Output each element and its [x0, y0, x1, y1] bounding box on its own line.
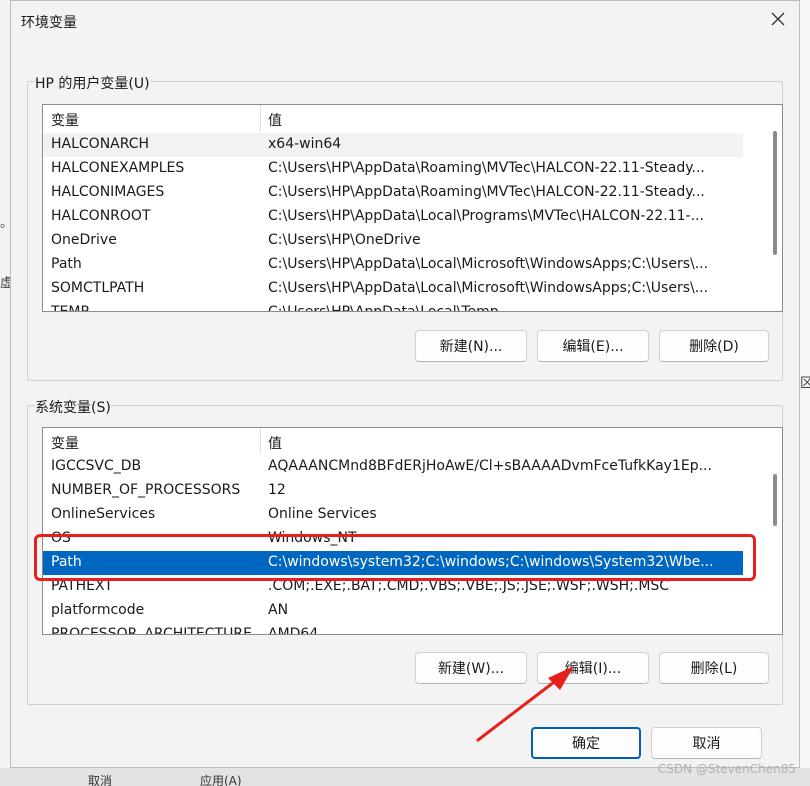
- column-header-value[interactable]: 值: [268, 433, 282, 453]
- variable-name: IGCCSVC_DB: [51, 458, 142, 474]
- user-variables-group-title: HP 的用户变量(U): [35, 73, 150, 93]
- user-new-button[interactable]: 新建(N)...: [415, 330, 527, 362]
- variable-value: x64-win64: [268, 136, 342, 152]
- list-header: 变量 值: [43, 428, 782, 454]
- close-icon: [771, 12, 785, 30]
- environment-variables-dialog: 环境变量 HP 的用户变量(U) 变量 值 HALCONARCH x64-win…: [10, 0, 800, 768]
- table-row[interactable]: OneDrive C:\Users\HP\OneDrive: [43, 229, 743, 253]
- table-row[interactable]: HALCONEXAMPLES C:\Users\HP\AppData\Roami…: [43, 157, 743, 181]
- column-header-name[interactable]: 变量: [51, 110, 79, 130]
- table-row[interactable]: IGCCSVC_DB AQAAANCMnd8BFdERjHoAwE/Cl+sBA…: [43, 455, 743, 479]
- system-edit-button[interactable]: 编辑(I)...: [537, 652, 649, 684]
- variable-value: C:\Users\HP\AppData\Roaming\MVTec\HALCON…: [268, 184, 705, 200]
- variable-value: C:\Users\HP\AppData\Roaming\MVTec\HALCON…: [268, 160, 705, 176]
- system-new-button[interactable]: 新建(W)...: [415, 652, 527, 684]
- variable-name: HALCONIMAGES: [51, 184, 165, 200]
- variable-name: NUMBER_OF_PROCESSORS: [51, 482, 241, 498]
- list-header: 变量 值: [43, 105, 782, 131]
- system-variables-group-title: 系统变量(S): [35, 397, 111, 417]
- table-row[interactable]: Path C:\Users\HP\AppData\Local\Microsoft…: [43, 253, 743, 277]
- variable-name: OneDrive: [51, 232, 117, 248]
- variable-value: C:\Users\HP\AppData\Local\Programs\MVTec…: [268, 208, 704, 224]
- cancel-button[interactable]: 取消: [651, 727, 762, 759]
- variable-value: AMD64: [268, 626, 319, 635]
- scrollbar-thumb[interactable]: [773, 474, 777, 526]
- variable-name: SOMCTLPATH: [51, 280, 145, 296]
- user-edit-button[interactable]: 编辑(E)...: [537, 330, 649, 362]
- dialog-title: 环境变量: [21, 15, 77, 31]
- column-divider: [260, 428, 261, 454]
- variable-name: HALCONROOT: [51, 208, 151, 224]
- close-button[interactable]: [763, 7, 793, 35]
- table-row[interactable]: SOMCTLPATH C:\Users\HP\AppData\Local\Mic…: [43, 277, 743, 301]
- table-row[interactable]: TEMP C:\Users\HP\AppData\Local\Temp: [43, 301, 743, 312]
- variable-value: C:\Users\HP\AppData\Local\Microsoft\Wind…: [268, 256, 709, 272]
- user-variables-list[interactable]: 变量 值 HALCONARCH x64-win64 HALCONEXAMPLES…: [42, 104, 783, 312]
- table-row[interactable]: HALCONROOT C:\Users\HP\AppData\Local\Pro…: [43, 205, 743, 229]
- variable-value: AQAAANCMnd8BFdERjHoAwE/Cl+sBAAAADvmFceTu…: [268, 458, 712, 474]
- variable-name: PROCESSOR_ARCHITECTURE: [51, 626, 252, 635]
- column-header-name[interactable]: 变量: [51, 433, 79, 453]
- variable-value: C:\Users\HP\AppData\Local\Temp: [268, 304, 499, 312]
- variable-name: Path: [51, 256, 82, 272]
- system-variables-list[interactable]: 变量 值 IGCCSVC_DB AQAAANCMnd8BFdERjHoAwE/C…: [42, 427, 783, 635]
- table-row[interactable]: PROCESSOR_ARCHITECTURE AMD64: [43, 623, 743, 635]
- ok-button[interactable]: 确定: [531, 727, 641, 759]
- variable-value: C:\Users\HP\AppData\Local\Microsoft\Wind…: [268, 280, 709, 296]
- column-divider: [260, 105, 261, 131]
- system-delete-button[interactable]: 删除(L): [659, 652, 769, 684]
- variable-value: AN: [268, 602, 289, 618]
- watermark-text: CSDN @StevenChen85: [657, 762, 796, 776]
- table-row[interactable]: NUMBER_OF_PROCESSORS 12: [43, 479, 743, 503]
- column-header-value[interactable]: 值: [268, 110, 282, 130]
- variable-value: Online Services: [268, 506, 377, 522]
- variable-name: HALCONARCH: [51, 136, 150, 152]
- scrollbar-thumb[interactable]: [773, 131, 777, 255]
- table-row[interactable]: OnlineServices Online Services: [43, 503, 743, 527]
- variable-name: platformcode: [51, 602, 145, 618]
- table-row[interactable]: HALCONARCH x64-win64: [43, 133, 743, 157]
- background-apply-button: 应用(A): [200, 774, 242, 786]
- title-bar: 环境变量: [11, 1, 799, 41]
- background-cancel-button: 取消: [88, 774, 113, 786]
- highlight-annotation-box: [34, 534, 756, 581]
- user-delete-button[interactable]: 删除(D): [659, 330, 769, 362]
- background-text-fragment: 区: [800, 376, 810, 391]
- table-row[interactable]: platformcode AN: [43, 599, 743, 623]
- variable-value: C:\Users\HP\OneDrive: [268, 232, 421, 248]
- variable-value: 12: [268, 482, 286, 498]
- variable-name: TEMP: [51, 304, 89, 312]
- table-row[interactable]: HALCONIMAGES C:\Users\HP\AppData\Roaming…: [43, 181, 743, 205]
- variable-name: HALCONEXAMPLES: [51, 160, 185, 176]
- variable-name: OnlineServices: [51, 506, 156, 522]
